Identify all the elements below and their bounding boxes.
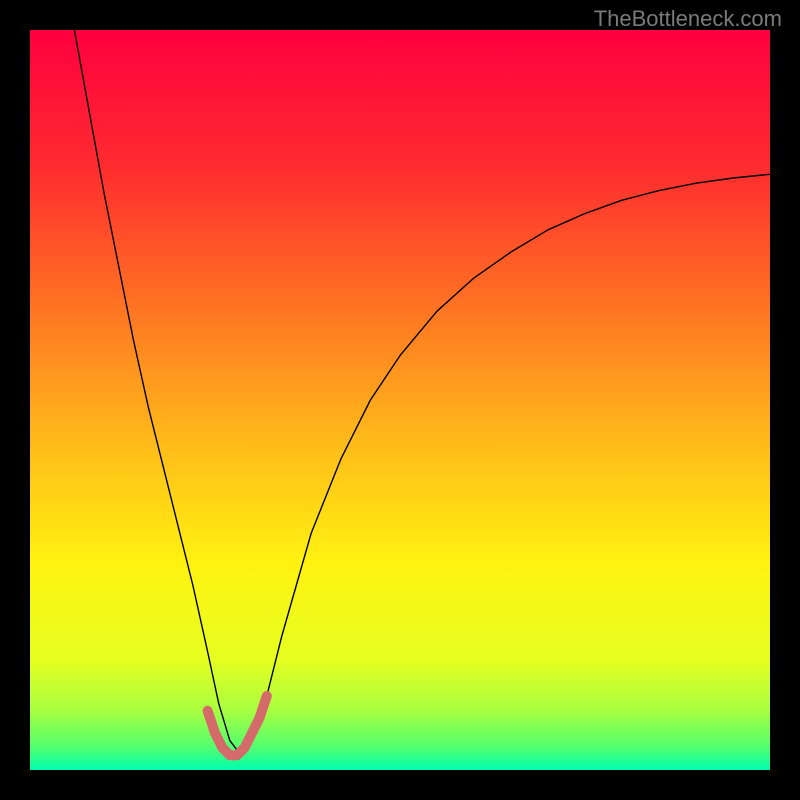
watermark-text: TheBottleneck.com bbox=[594, 6, 782, 32]
chart-background bbox=[30, 30, 770, 770]
chart-svg bbox=[30, 30, 770, 770]
chart-plot-area bbox=[30, 30, 770, 770]
